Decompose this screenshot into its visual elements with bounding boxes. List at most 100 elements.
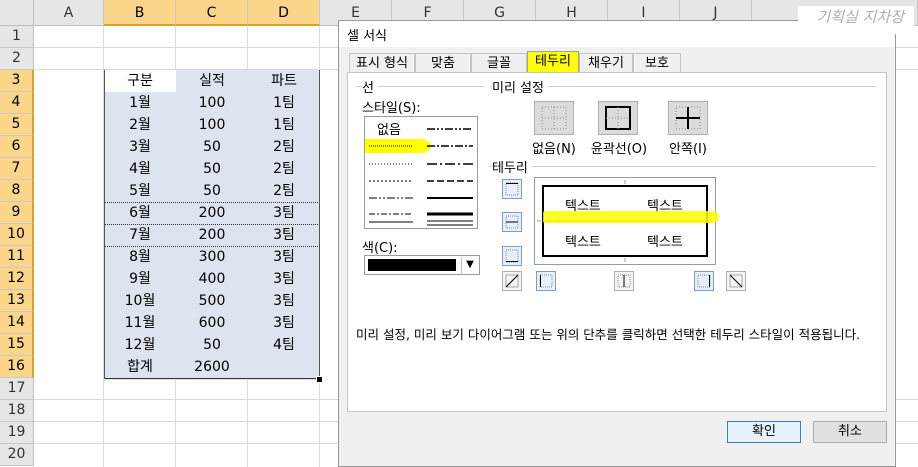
row-header-8[interactable]: 8 [0,180,34,202]
table-row: 3월 50 2팀 [104,136,320,158]
table-cell[interactable]: 3팀 [248,312,320,334]
table-cell[interactable]: 4월 [104,158,176,180]
table-cell[interactable]: 3팀 [248,290,320,312]
table-cell[interactable]: 100 [176,92,248,114]
row-header-2[interactable]: 2 [0,48,34,70]
tab-alignment[interactable]: 맞춤 [415,53,471,73]
table-cell[interactable]: 3팀 [248,202,320,224]
table-cell[interactable]: 실적 [176,70,248,92]
line-styles-graphic[interactable] [365,117,477,228]
preset-outline-button[interactable] [598,101,638,135]
table-cell[interactable]: 6월 [104,202,176,224]
table-cell[interactable]: 파트 [248,70,320,92]
border-top-button[interactable] [502,179,522,199]
table-cell[interactable]: 50 [176,180,248,202]
border-bottom-button[interactable] [502,246,522,266]
row-header-19[interactable]: 19 [0,422,34,444]
table-cell[interactable]: 11월 [104,312,176,334]
row-header-11[interactable]: 11 [0,246,34,268]
row-header-3[interactable]: 3 [0,70,34,92]
table-cell[interactable]: 400 [176,268,248,290]
row-header-20[interactable]: 20 [0,444,34,466]
row-header-9[interactable]: 9 [0,202,34,224]
border-diagonal-down-button[interactable] [726,271,746,291]
tab-border[interactable]: 테두리 [527,51,579,73]
table-cell[interactable]: 500 [176,290,248,312]
table-cell[interactable]: 12월 [104,334,176,356]
preset-none-button[interactable] [534,101,574,135]
format-cells-dialog: 셀 서식 표시 형식 맞춤 글꼴 테두리 채우기 보호 선 스타일(S): 없음 [338,20,896,467]
row-header-13[interactable]: 13 [0,290,34,312]
table-cell[interactable]: 2팀 [248,136,320,158]
border-middle-vertical-icon [617,274,631,288]
preset-none-label: 없음(N) [532,142,576,157]
table-cell[interactable]: 5월 [104,180,176,202]
table-cell[interactable]: 600 [176,312,248,334]
tab-number[interactable]: 표시 형식 [349,53,415,73]
row-header-17[interactable]: 17 [0,378,34,400]
row-header-18[interactable]: 18 [0,400,34,422]
row-header-1[interactable]: 1 [0,26,34,48]
border-right-button[interactable] [694,271,714,291]
row-header-7[interactable]: 7 [0,158,34,180]
tab-protection[interactable]: 보호 [633,53,681,73]
row-header-10[interactable]: 10 [0,224,34,246]
column-header-b[interactable]: B [104,0,176,26]
table-cell[interactable]: 1월 [104,92,176,114]
chevron-down-icon[interactable]: ▼ [461,257,478,273]
dotted-border [104,202,320,203]
table-cell[interactable]: 50 [176,158,248,180]
table-cell[interactable]: 50 [176,334,248,356]
cancel-button[interactable]: 취소 [813,421,887,443]
tab-font[interactable]: 글꼴 [471,53,527,73]
table-cell[interactable]: 합계 [104,356,176,378]
table-cell[interactable]: 200 [176,224,248,246]
table-cell[interactable]: 300 [176,246,248,268]
table-cell[interactable]: 1팀 [248,92,320,114]
border-middle-horizontal-button[interactable] [502,212,522,232]
fill-handle[interactable] [316,376,323,383]
table-cell[interactable]: 3팀 [248,268,320,290]
row-header-4[interactable]: 4 [0,92,34,114]
table-cell[interactable]: 3팀 [248,224,320,246]
border-diagonal-up-button[interactable] [502,271,522,291]
color-dropdown[interactable]: ▼ [364,255,480,275]
table-cell[interactable]: 4팀 [248,334,320,356]
table-cell[interactable]: 100 [176,114,248,136]
column-header-a[interactable]: A [34,0,104,26]
table-cell[interactable]: 구분 [104,70,176,92]
border-left-button[interactable] [536,271,556,291]
table-cell[interactable]: 7월 [104,224,176,246]
table-cell[interactable]: 2600 [176,356,248,378]
column-header-c[interactable]: C [176,0,248,26]
border-middle-vertical-button[interactable] [614,271,634,291]
border-right-icon [697,274,711,288]
preset-inside-button[interactable] [668,101,708,135]
column-header-d[interactable]: D [248,0,320,26]
row-header-5[interactable]: 5 [0,114,34,136]
table-cell[interactable]: 200 [176,202,248,224]
line-style-list[interactable]: 없음 [364,116,478,229]
select-all-corner[interactable] [0,0,34,26]
border-preview-diagram[interactable]: 텍스트 텍스트 텍스트 텍스트 [534,177,719,265]
border-bottom-icon [505,249,519,263]
table-cell[interactable]: 10월 [104,290,176,312]
table-cell[interactable]: 1팀 [248,114,320,136]
table-cell[interactable]: 2팀 [248,180,320,202]
table-cell[interactable]: 8월 [104,246,176,268]
tab-fill[interactable]: 채우기 [579,53,633,73]
table-cell[interactable] [248,356,320,378]
table-cell[interactable]: 3팀 [248,246,320,268]
table-cell[interactable]: 3월 [104,136,176,158]
row-header-6[interactable]: 6 [0,136,34,158]
row-header-12[interactable]: 12 [0,268,34,290]
table-cell[interactable]: 2팀 [248,158,320,180]
table-cell[interactable]: 9월 [104,268,176,290]
row-header-14[interactable]: 14 [0,312,34,334]
table-cell[interactable]: 50 [176,136,248,158]
row-header-15[interactable]: 15 [0,334,34,356]
diagonal-up-icon [505,274,519,288]
table-cell[interactable]: 2월 [104,114,176,136]
ok-button[interactable]: 확인 [727,421,801,443]
row-header-16[interactable]: 16 [0,356,34,378]
